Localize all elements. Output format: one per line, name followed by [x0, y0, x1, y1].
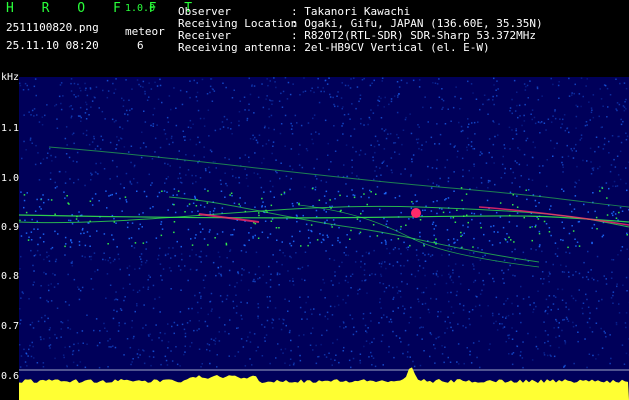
- y-tick-label: 0.8: [1, 271, 20, 282]
- app-name: H R O F F T: [6, 1, 203, 16]
- y-tick-label: 1.0: [1, 173, 20, 184]
- mode-value: 6: [137, 39, 144, 52]
- mode-label: meteor: [125, 25, 165, 38]
- antenna-label: Receiving antenna: [178, 41, 291, 54]
- meteor-head-echo: [411, 208, 421, 218]
- y-tick-label: 0.6: [1, 371, 20, 382]
- spectrogram-background: [19, 77, 629, 400]
- date-time: 25.11.10 08:20: [6, 39, 99, 52]
- spectrogram-plot: [19, 77, 629, 400]
- y-tick-label: 0.7: [1, 321, 20, 332]
- antenna-value: : 2el-HB9CV Vertical (el. E-W): [291, 41, 490, 54]
- y-tick-label: 0.9: [1, 222, 20, 233]
- y-unit-label: kHz: [1, 72, 20, 83]
- app-version: 1.0.0: [125, 3, 156, 14]
- file-name: 2511100820.png: [6, 21, 99, 34]
- y-tick-label: 1.1: [1, 123, 20, 134]
